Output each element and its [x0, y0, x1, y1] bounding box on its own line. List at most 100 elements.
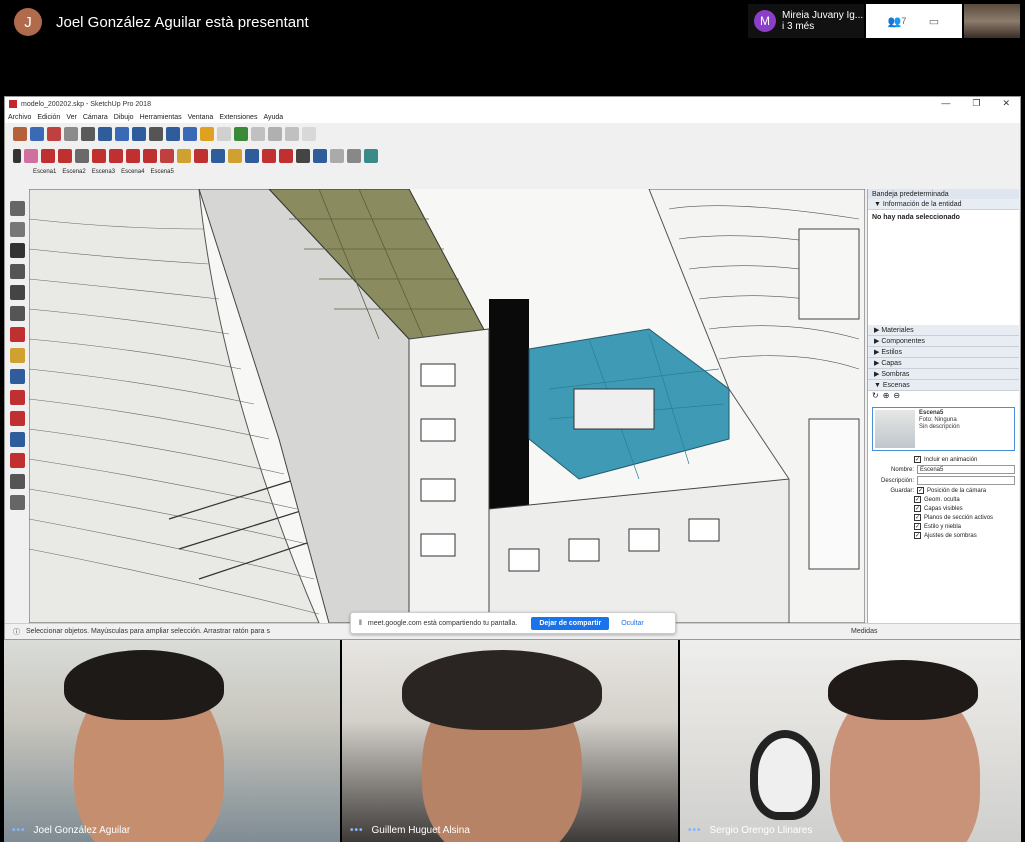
- model-viewport[interactable]: [29, 189, 865, 623]
- info-icon[interactable]: ⓘ: [13, 627, 20, 637]
- toolbar-icon[interactable]: [81, 127, 95, 141]
- scene-name-field[interactable]: Escena5: [917, 465, 1015, 474]
- pan-icon[interactable]: [9, 348, 25, 363]
- tab-escena4[interactable]: Escena4: [121, 169, 144, 175]
- push-pull-icon[interactable]: [92, 149, 106, 163]
- toolbar-icon[interactable]: [279, 149, 293, 163]
- menu-camara[interactable]: Cámara: [83, 114, 108, 121]
- minimize-icon[interactable]: —: [941, 98, 950, 109]
- scale-icon[interactable]: [143, 149, 157, 163]
- toolbar-icon[interactable]: [347, 149, 361, 163]
- styles-section[interactable]: ▶ Estilos: [868, 347, 1019, 358]
- pencil-icon[interactable]: [41, 149, 55, 163]
- save-section-planes-checkbox[interactable]: ✓: [914, 514, 921, 521]
- toolbar-icon[interactable]: [364, 149, 378, 163]
- offset-icon[interactable]: [160, 149, 174, 163]
- layers-section[interactable]: ▶ Capas: [868, 358, 1019, 369]
- rectangle-icon[interactable]: [75, 149, 89, 163]
- toolbar-icon[interactable]: [268, 127, 282, 141]
- hide-banner-button[interactable]: Ocultar: [621, 620, 644, 627]
- save-hidden-geometry-checkbox[interactable]: ✓: [914, 496, 921, 503]
- menu-ventana[interactable]: Ventana: [188, 114, 214, 121]
- toolbar-icon[interactable]: [98, 127, 112, 141]
- zoom-window-icon[interactable]: [9, 390, 25, 405]
- orbit-icon[interactable]: [9, 327, 25, 342]
- top-view-icon[interactable]: [9, 222, 25, 237]
- toolbar-icon[interactable]: [166, 127, 180, 141]
- zoom-extents-icon[interactable]: [262, 149, 276, 163]
- pan-icon[interactable]: [228, 149, 242, 163]
- include-animation-checkbox[interactable]: ✓: [914, 456, 921, 463]
- menu-archivo[interactable]: Archivo: [8, 114, 31, 121]
- menu-ayuda[interactable]: Ayuda: [263, 114, 283, 121]
- more-options-icon[interactable]: •••: [350, 825, 364, 836]
- menu-edicion[interactable]: Edición: [37, 114, 60, 121]
- select-tool-icon[interactable]: [13, 149, 21, 163]
- self-view-thumbnail[interactable]: [964, 4, 1020, 38]
- participant-tile[interactable]: ••• Joel González Aguilar: [4, 640, 340, 842]
- remove-scene-icon[interactable]: ⊖: [893, 391, 900, 403]
- zoom-icon[interactable]: [9, 369, 25, 384]
- toolbar-icon[interactable]: [13, 127, 27, 141]
- toolbar-icon[interactable]: [115, 127, 129, 141]
- scenes-section[interactable]: ▼ Escenas: [868, 380, 1019, 391]
- save-visible-layers-checkbox[interactable]: ✓: [914, 505, 921, 512]
- toolbar-icon[interactable]: [30, 127, 44, 141]
- look-around-icon[interactable]: [9, 474, 25, 489]
- stop-sharing-button[interactable]: Dejar de compartir: [531, 616, 610, 630]
- tab-escena2[interactable]: Escena2: [62, 169, 85, 175]
- tab-escena3[interactable]: Escena3: [92, 169, 115, 175]
- home-view-icon[interactable]: [9, 243, 25, 258]
- participant-tile[interactable]: ••• Sergio Orengo Llinares: [680, 640, 1021, 842]
- toolbar-icon[interactable]: [234, 127, 248, 141]
- toolbar-icon[interactable]: [313, 149, 327, 163]
- menu-ver[interactable]: Ver: [66, 114, 77, 121]
- previous-view-icon[interactable]: [9, 432, 25, 447]
- toolbar-icon[interactable]: [302, 127, 316, 141]
- toolbar-icon[interactable]: [296, 149, 310, 163]
- position-camera-icon[interactable]: [9, 453, 25, 468]
- add-scene-icon[interactable]: ⊕: [883, 391, 890, 403]
- toolbar-icon[interactable]: [47, 127, 61, 141]
- participant-summary[interactable]: M Mireia Juvany Ig... i 3 més: [748, 4, 864, 38]
- front-view-icon[interactable]: [9, 264, 25, 279]
- maximize-icon[interactable]: ❐: [972, 98, 980, 109]
- left-view-icon[interactable]: [9, 306, 25, 321]
- menu-dibujo[interactable]: Dibujo: [114, 114, 134, 121]
- toolbar-icon[interactable]: [200, 127, 214, 141]
- toolbar-icon[interactable]: [149, 127, 163, 141]
- back-view-icon[interactable]: [9, 285, 25, 300]
- scene-item-escena5[interactable]: Escena5 Foto: Ninguna Sin descripción: [872, 407, 1015, 451]
- toolbar-icon[interactable]: [183, 127, 197, 141]
- walk-icon[interactable]: [9, 495, 25, 510]
- toolbar-icon[interactable]: [217, 127, 231, 141]
- refresh-icon[interactable]: ↻: [872, 391, 879, 403]
- save-style-fog-checkbox[interactable]: ✓: [914, 523, 921, 530]
- entity-info-section[interactable]: ▼ Información de la entidad: [868, 199, 1019, 210]
- iso-view-icon[interactable]: [9, 201, 25, 216]
- tab-escena5[interactable]: Escena5: [150, 169, 173, 175]
- chat-button[interactable]: ▭: [906, 4, 962, 38]
- arc-icon[interactable]: [58, 149, 72, 163]
- shadows-section[interactable]: ▶ Sombras: [868, 369, 1019, 380]
- tape-measure-icon[interactable]: [177, 149, 191, 163]
- toolbar-icon[interactable]: [64, 127, 78, 141]
- save-shadows-checkbox[interactable]: ✓: [914, 532, 921, 539]
- orbit-icon[interactable]: [211, 149, 225, 163]
- tab-escena1[interactable]: Escena1: [33, 169, 56, 175]
- more-options-icon[interactable]: •••: [688, 825, 702, 836]
- zoom-extents-icon[interactable]: [9, 411, 25, 426]
- scene-description-field[interactable]: [917, 476, 1015, 485]
- move-icon[interactable]: [109, 149, 123, 163]
- rotate-icon[interactable]: [126, 149, 140, 163]
- toolbar-icon[interactable]: [330, 149, 344, 163]
- participant-tile[interactable]: ••• Guillem Huguet Alsina: [342, 640, 678, 842]
- materials-section[interactable]: ▶ Materiales: [868, 325, 1019, 336]
- more-options-icon[interactable]: •••: [12, 825, 26, 836]
- eraser-icon[interactable]: [24, 149, 38, 163]
- toolbar-icon[interactable]: [132, 127, 146, 141]
- close-icon[interactable]: ✕: [1002, 98, 1010, 109]
- menu-herramientas[interactable]: Herramientas: [140, 114, 182, 121]
- toolbar-icon[interactable]: [285, 127, 299, 141]
- components-section[interactable]: ▶ Componentes: [868, 336, 1019, 347]
